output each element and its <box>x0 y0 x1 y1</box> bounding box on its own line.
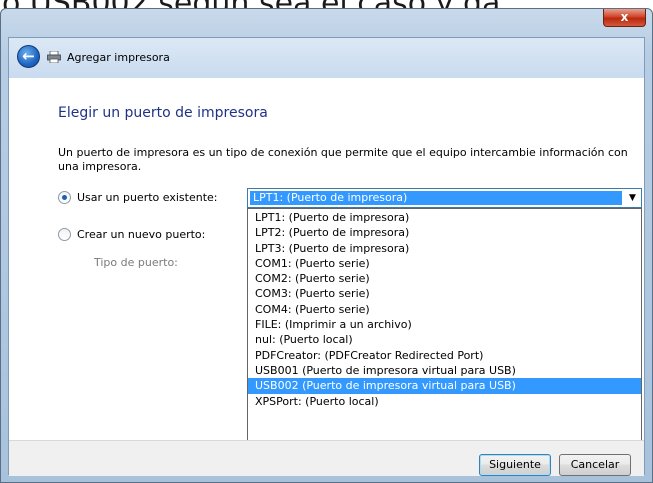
wizard-footer: Siguiente Cancelar <box>9 441 644 476</box>
create-new-port-radio[interactable] <box>58 228 71 241</box>
dropdown-item[interactable]: LPT2: (Puerto de impresora) <box>248 225 641 240</box>
next-button[interactable]: Siguiente <box>479 454 551 476</box>
dropdown-item[interactable]: USB001 (Puerto de impresora virtual para… <box>248 363 641 378</box>
existing-port-combo[interactable]: LPT1: (Puerto de impresora) ▼ <box>247 188 642 208</box>
dropdown-item[interactable]: COM1: (Puerto serie) <box>248 256 641 271</box>
dropdown-item[interactable]: FILE: (Imprimir a un archivo) <box>248 317 641 332</box>
add-printer-window: x ← Agregar impresora Elegir un puerto d… <box>0 8 653 483</box>
dropdown-item[interactable]: LPT3: (Puerto de impresora) <box>248 241 641 256</box>
use-existing-port-option[interactable]: Usar un puerto existente: <box>58 191 217 204</box>
cancel-button[interactable]: Cancelar <box>559 454 631 476</box>
use-existing-port-radio[interactable] <box>58 191 71 204</box>
page-title: Elegir un puerto de impresora <box>58 105 268 121</box>
use-existing-port-label: Usar un puerto existente: <box>77 191 218 204</box>
dropdown-item[interactable]: COM4: (Puerto serie) <box>248 302 641 317</box>
port-dropdown-list: LPT1: (Puerto de impresora) LPT2: (Puert… <box>247 208 642 441</box>
page-description: Un puerto de impresora es un tipo de con… <box>58 146 628 173</box>
wizard-client-area: ← Agregar impresora Elegir un puerto de … <box>8 37 645 476</box>
create-new-port-label: Crear un nuevo puerto: <box>77 228 206 241</box>
wizard-header: ← Agregar impresora <box>9 38 644 78</box>
dropdown-item[interactable]: COM3: (Puerto serie) <box>248 286 641 301</box>
combo-selected-value: LPT1: (Puerto de impresora) <box>250 191 622 205</box>
title-bar: x <box>1 9 652 35</box>
chevron-down-icon[interactable]: ▼ <box>624 189 641 207</box>
dropdown-item[interactable]: COM2: (Puerto serie) <box>248 271 641 286</box>
dropdown-item[interactable]: LPT1: (Puerto de impresora) <box>248 210 641 225</box>
back-arrow-icon: ← <box>22 47 35 65</box>
dropdown-item[interactable]: nul: (Puerto local) <box>248 332 641 347</box>
close-button[interactable]: x <box>603 9 646 27</box>
create-new-port-option[interactable]: Crear un nuevo puerto: <box>58 228 205 241</box>
printer-icon <box>47 51 61 63</box>
port-type-label: Tipo de puerto: <box>94 256 178 269</box>
dropdown-item-highlighted[interactable]: USB002 (Puerto de impresora virtual para… <box>248 378 641 394</box>
back-button[interactable]: ← <box>17 45 40 68</box>
dropdown-item[interactable]: PDFCreator: (PDFCreator Redirected Port) <box>248 348 641 363</box>
dropdown-item[interactable]: XPSPort: (Puerto local) <box>248 394 641 409</box>
wizard-title: Agregar impresora <box>67 51 170 64</box>
